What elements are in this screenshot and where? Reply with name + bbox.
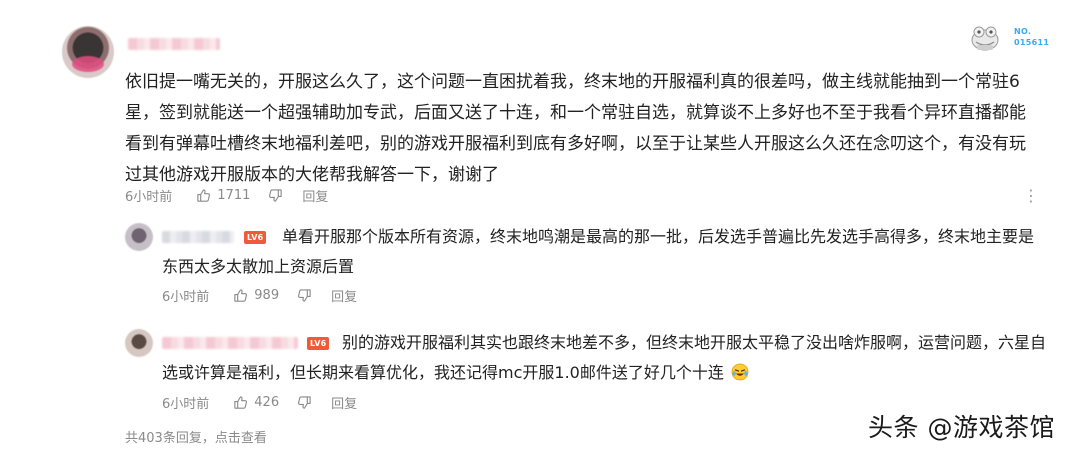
reply-body: 别的游戏开服福利其实也跟终末地差不多，但终末地开服太平稳了没出啥炸服啊，运营问题…	[342, 328, 1046, 358]
view-all-replies-link[interactable]: 共403条回复，点击查看	[125, 427, 267, 446]
more-vertical-icon[interactable]: ⋮	[1023, 186, 1039, 206]
reply-body-cont: 东西太多太散加上资源后置	[162, 252, 354, 282]
avatar[interactable]	[125, 329, 153, 357]
reply-line: 东西太多太散加上资源后置	[162, 257, 355, 276]
like-icon[interactable]	[231, 286, 249, 304]
reply-line: 单看开服那个版本所有资源，终末地鸣潮是最高的那一批，后发选手普遍比先发选手高得多…	[282, 227, 1035, 246]
like-count: 426	[254, 394, 280, 410]
dislike-icon[interactable]	[295, 393, 313, 411]
reply-line: 选或许算是福利，但长期来看算优化，我还记得mc开服1.0邮件送了好几个十连	[162, 363, 724, 382]
comment-line: 星，签到就能送一个超强辅助加专武，后面又送了十连，和一个常驻自选，就算谈不上多好…	[125, 103, 1026, 123]
reply-time: 6小时前	[162, 396, 210, 412]
comment-body: 依旧提一嘴无关的，开服这么久了，这个问题一直困扰着我，终末地的开服福利真的很差吗…	[125, 67, 1026, 191]
reply-line: 别的游戏开服福利其实也跟终末地差不多，但终末地开服太平稳了没出啥炸服啊，运营问题…	[342, 333, 1047, 352]
reply-body-cont: 选或许算是福利，但长期来看算优化，我还记得mc开服1.0邮件送了好几个十连	[162, 358, 749, 391]
like-icon[interactable]	[194, 186, 212, 204]
comment-line: 依旧提一嘴无关的，开服这么久了，这个问题一直困扰着我，终末地的开服福利真的很差吗…	[125, 72, 1020, 92]
comment-line: 看到有弹幕吐槽终末地福利差吧，别的游戏开服福利到底有多好啊，以至于让某些人开服这…	[125, 134, 1026, 154]
fan-badge-icon	[968, 20, 1002, 54]
comment-time: 6小时前	[125, 189, 173, 205]
reply-button[interactable]: 回复	[302, 186, 328, 205]
reply-meta: 6小时前 989 回复	[162, 285, 357, 305]
avatar[interactable]	[62, 26, 114, 78]
dislike-icon[interactable]	[266, 186, 284, 204]
laugh-cry-emoji-icon	[731, 361, 749, 391]
reply-time: 6小时前	[162, 289, 210, 305]
username[interactable]	[162, 337, 298, 349]
username[interactable]	[162, 231, 234, 243]
like-count: 989	[254, 287, 280, 303]
reply-button[interactable]: 回复	[331, 286, 357, 305]
comment-meta: 6小时前 1711 回复	[125, 185, 328, 205]
like-count: 1711	[217, 187, 251, 203]
username[interactable]	[128, 38, 220, 50]
fan-badge-number: NO. 015611	[1014, 27, 1050, 47]
reply-button[interactable]: 回复	[331, 393, 357, 412]
level-badge: LV6	[244, 231, 267, 244]
like-icon[interactable]	[231, 393, 249, 411]
watermark: 头条 @游戏茶馆	[868, 413, 1055, 442]
level-badge: LV6	[307, 337, 330, 350]
reply-meta: 6小时前 426 回复	[162, 392, 357, 412]
reply-body: 单看开服那个版本所有资源，终末地鸣潮是最高的那一批，后发选手普遍比先发选手高得多…	[282, 222, 1034, 252]
dislike-icon[interactable]	[295, 286, 313, 304]
avatar[interactable]	[125, 223, 153, 251]
